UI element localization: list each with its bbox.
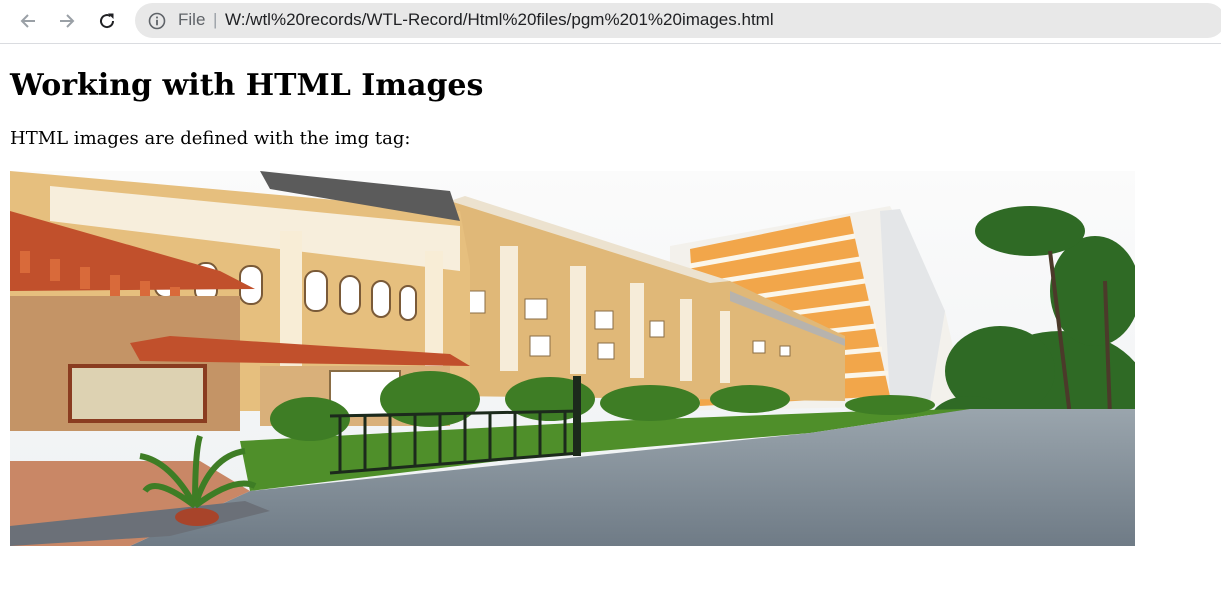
reload-button[interactable] (92, 6, 122, 36)
back-button[interactable] (13, 6, 43, 36)
url-text[interactable]: W:/wtl%20records/WTL-Record/Html%20files… (225, 10, 774, 30)
scheme-divider: | (213, 10, 218, 29)
scheme-label: File (178, 10, 206, 29)
page-heading: Working with HTML Images (10, 68, 484, 103)
forward-button[interactable] (52, 6, 82, 36)
info-icon[interactable] (148, 12, 166, 30)
address-bar[interactable]: File | W:/wtl%20records/WTL-Record/Html%… (135, 3, 1221, 38)
forward-arrow-icon (60, 14, 75, 28)
browser-toolbar: File | W:/wtl%20records/WTL-Record/Html%… (0, 0, 1221, 44)
page-paragraph: HTML images are defined with the img tag… (10, 128, 411, 149)
campus-building-image (10, 171, 1135, 546)
reload-icon (100, 13, 115, 29)
back-arrow-icon (20, 14, 35, 28)
